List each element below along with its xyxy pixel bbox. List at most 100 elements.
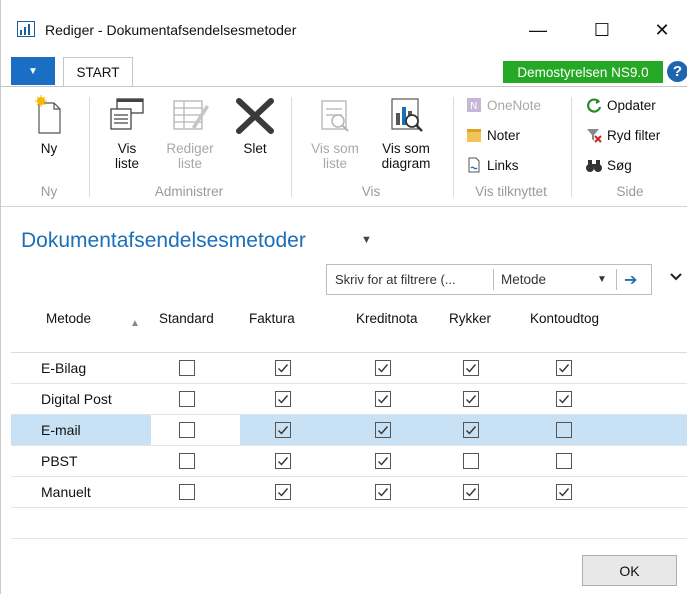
checkbox-kontoudtog[interactable] — [556, 453, 572, 469]
group-label-view: Vis — [361, 184, 381, 199]
table-row[interactable]: E-mail — [11, 415, 687, 446]
clear-filter-label: Ryd filter — [607, 127, 661, 143]
delete-button[interactable]: Slet — [233, 95, 277, 156]
delete-x-icon — [236, 98, 274, 134]
checkbox-standard[interactable] — [179, 360, 195, 376]
checkbox-standard[interactable] — [179, 391, 195, 407]
close-button[interactable]: ✕ — [639, 14, 685, 46]
tab-start[interactable]: START — [63, 57, 133, 87]
notes-label: Noter — [487, 127, 521, 143]
ribbon-separator — [89, 97, 90, 197]
edit-list-button[interactable]: Rediger liste — [161, 95, 219, 171]
links-button[interactable]: Links — [465, 155, 519, 175]
view-list-label-1: Vis — [117, 141, 137, 156]
ok-button[interactable]: OK — [582, 555, 677, 586]
links-label: Links — [487, 157, 519, 173]
help-icon[interactable]: ? — [667, 61, 687, 82]
caret-down-icon[interactable]: ▼ — [361, 234, 372, 246]
column-header-kreditnota[interactable]: Kreditnota — [356, 311, 418, 326]
table-row[interactable]: E-Bilag — [11, 353, 687, 384]
column-header-rykker[interactable]: Rykker — [449, 311, 491, 326]
checkbox-kontoudtog[interactable] — [556, 484, 572, 500]
refresh-label: Opdater — [607, 97, 656, 113]
table-row[interactable]: Digital Post — [11, 384, 687, 415]
checkmark-icon — [378, 457, 389, 466]
checkbox-rykker[interactable] — [463, 422, 479, 438]
checkmark-icon — [466, 364, 477, 373]
arrow-right-icon[interactable]: ➔ — [624, 270, 637, 290]
checkbox-standard[interactable] — [179, 484, 195, 500]
refresh-button[interactable]: Opdater — [585, 95, 656, 115]
row-method-name: PBST — [41, 453, 78, 469]
column-header-standard[interactable]: Standard — [159, 311, 214, 326]
application-menu-button[interactable]: ▼ — [11, 57, 55, 85]
expand-chevron-icon[interactable] — [669, 270, 683, 285]
view-as-chart-label-1: Vis som — [382, 141, 430, 156]
table-row[interactable]: Manuelt — [11, 477, 687, 508]
search-button[interactable]: Søg — [585, 155, 632, 175]
refresh-icon — [585, 96, 603, 114]
checkbox-kontoudtog[interactable] — [556, 391, 572, 407]
table-row[interactable]: PBST — [11, 446, 687, 477]
onenote-button[interactable]: N OneNote — [465, 95, 541, 115]
new-button[interactable]: Ny — [27, 95, 71, 156]
view-list-icon — [110, 98, 144, 130]
column-header-faktura[interactable]: Faktura — [249, 311, 295, 326]
sort-ascending-icon: ▲ — [130, 318, 140, 329]
row-method-name: E-Bilag — [41, 360, 87, 376]
title-bar: Rediger - Dokumentafsendelsesmetoder — ☐… — [1, 0, 687, 56]
checkmark-icon — [378, 364, 389, 373]
checkbox-kreditnota[interactable] — [375, 484, 391, 500]
maximize-button[interactable]: ☐ — [579, 14, 625, 46]
clear-filter-icon — [585, 126, 603, 144]
company-badge: Demostyrelsen NS9.0 — [503, 61, 663, 83]
view-as-list-label-2: liste — [322, 156, 347, 171]
checkbox-kontoudtog[interactable] — [556, 360, 572, 376]
checkbox-rykker[interactable] — [463, 453, 479, 469]
checkbox-faktura[interactable] — [275, 422, 291, 438]
view-list-button[interactable]: Vis liste — [103, 95, 151, 171]
checkbox-kreditnota[interactable] — [375, 391, 391, 407]
notes-button[interactable]: Noter — [465, 125, 520, 145]
column-header-metode[interactable]: Metode — [46, 311, 91, 326]
view-as-list-button[interactable]: Vis som liste — [303, 95, 367, 171]
checkbox-faktura[interactable] — [275, 391, 291, 407]
ribbon-separator — [291, 97, 292, 197]
checkbox-kontoudtog[interactable] — [556, 422, 572, 438]
checkmark-icon — [378, 488, 389, 497]
checkbox-kreditnota[interactable] — [375, 360, 391, 376]
svg-text:N: N — [470, 101, 477, 112]
column-header-kontoudtog[interactable]: Kontoudtog — [530, 311, 599, 326]
view-as-list-icon — [321, 100, 349, 132]
checkmark-icon — [278, 457, 289, 466]
edit-list-label-2: liste — [177, 156, 202, 171]
dialog-window: Rediger - Dokumentafsendelsesmetoder — ☐… — [0, 0, 687, 594]
binoculars-icon — [585, 156, 603, 174]
minimize-button[interactable]: — — [515, 14, 561, 46]
view-as-list-label-1: Vis som — [311, 141, 359, 156]
group-label-show-attached: Vis tilknyttet — [475, 184, 547, 199]
checkbox-standard[interactable] — [179, 422, 195, 438]
group-label-page: Side — [616, 184, 644, 199]
group-label-manage: Administrer — [154, 184, 224, 199]
filter-input[interactable]: Skriv for at filtrere (... — [335, 272, 456, 287]
delete-label: Slet — [243, 141, 267, 156]
app-icon — [17, 21, 35, 37]
checkbox-faktura[interactable] — [275, 453, 291, 469]
chevron-down-icon[interactable]: ▼ — [597, 274, 607, 285]
checkbox-standard[interactable] — [179, 453, 195, 469]
checkbox-rykker[interactable] — [463, 360, 479, 376]
view-as-chart-button[interactable]: Vis som diagram — [373, 95, 439, 171]
checkbox-rykker[interactable] — [463, 391, 479, 407]
checkmark-icon — [466, 395, 477, 404]
checkbox-rykker[interactable] — [463, 484, 479, 500]
checkmark-icon — [278, 426, 289, 435]
checkbox-faktura[interactable] — [275, 484, 291, 500]
checkbox-faktura[interactable] — [275, 360, 291, 376]
filter-field-select[interactable]: Metode — [501, 272, 546, 287]
row-method-name: E-mail — [41, 422, 81, 438]
checkbox-kreditnota[interactable] — [375, 422, 391, 438]
link-document-icon — [465, 156, 483, 174]
clear-filter-button[interactable]: Ryd filter — [585, 125, 660, 145]
checkbox-kreditnota[interactable] — [375, 453, 391, 469]
